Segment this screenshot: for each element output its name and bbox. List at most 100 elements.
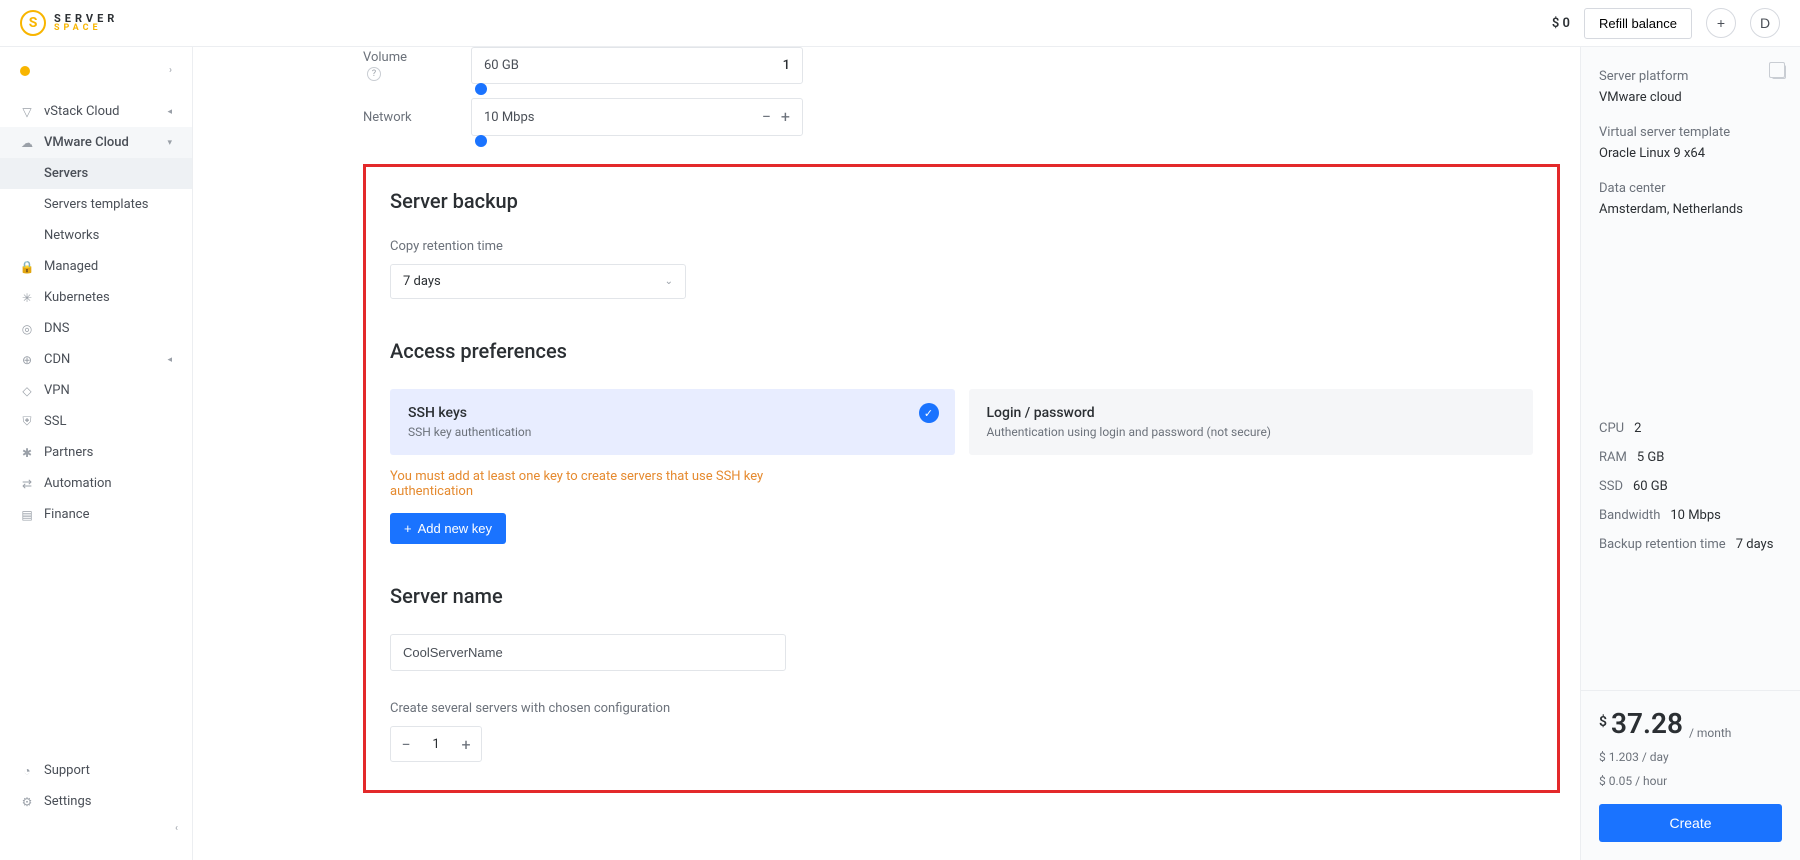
sidebar-item-label: VMware Cloud [44, 135, 129, 150]
network-increase-button[interactable]: + [781, 109, 790, 125]
sidebar-item-partners[interactable]: ✱ Partners [0, 437, 192, 468]
spec-bandwidth-label: Bandwidth [1599, 508, 1660, 523]
sidebar-item-vstack-cloud[interactable]: ▽ vStack Cloud ◂ [0, 96, 192, 127]
sidebar-item-support[interactable]: ◔ Support [0, 755, 192, 786]
server-count-value: 1 [421, 727, 451, 761]
price-currency: $ [1599, 714, 1607, 730]
price-period: / month [1689, 726, 1731, 740]
add-new-key-label: Add new key [418, 521, 492, 536]
sidebar-item-settings[interactable]: ⚙ Settings [0, 786, 192, 817]
sidebar-item-label: Settings [44, 794, 91, 809]
server-count-increase-button[interactable]: + [451, 727, 481, 761]
slider-thumb-icon[interactable] [475, 135, 487, 147]
gear-icon: ⚙ [20, 795, 34, 809]
copy-icon[interactable] [1772, 65, 1786, 79]
chevron-down-icon: ⌄ [665, 276, 673, 287]
access-ssh-sub: SSH key authentication [408, 425, 937, 439]
summary-template-value: Oracle Linux 9 x64 [1599, 146, 1782, 161]
help-icon[interactable]: ? [367, 67, 381, 81]
spec-ssd: SSD 60 GB [1599, 479, 1782, 494]
sidebar-item-label: VPN [44, 383, 70, 398]
project-color-icon [20, 66, 30, 76]
volume-label: Volume ? [363, 50, 423, 81]
server-backup-title: Server backup [390, 189, 1533, 213]
access-options: SSH keys SSH key authentication ✓ Login … [390, 389, 1533, 455]
server-count-note: Create several servers with chosen confi… [390, 701, 1533, 716]
summary-dc-label: Data center [1599, 181, 1782, 196]
price-amount: 37.28 [1611, 707, 1683, 740]
network-stepper: − + [762, 109, 790, 125]
main-content: Volume ? 60 GB 1 Network 10 Mbps [193, 47, 1800, 860]
network-slider-row: Network 10 Mbps − + [363, 98, 1560, 136]
chevron-left-icon: ◂ [167, 107, 172, 117]
lock-icon: 🔒 [20, 260, 34, 274]
retention-dropdown[interactable]: 7 days ⌄ [390, 264, 686, 299]
slider-thumb-icon[interactable] [475, 83, 487, 95]
spec-ram-value: 5 GB [1637, 450, 1665, 465]
sidebar-item-finance[interactable]: ▤ Finance [0, 499, 192, 530]
access-option-ssh-keys[interactable]: SSH keys SSH key authentication ✓ [390, 389, 955, 455]
project-selector[interactable]: › [0, 47, 192, 86]
server-name-input[interactable] [390, 634, 786, 671]
kubernetes-icon: ✳ [20, 291, 34, 305]
sidebar-item-vmware-cloud[interactable]: ☁ VMware Cloud ▾ [0, 127, 192, 158]
sidebar-sub-servers[interactable]: Servers [0, 158, 192, 189]
highlighted-region: Server backup Copy retention time 7 days… [363, 164, 1560, 793]
support-icon: ◔ [20, 764, 34, 778]
check-icon: ✓ [919, 403, 939, 423]
sidebar-sub-servers-templates[interactable]: Servers templates [0, 189, 192, 220]
volume-value: 60 GB [484, 58, 519, 73]
volume-slider-row: Volume ? 60 GB 1 [363, 47, 1560, 84]
network-decrease-button[interactable]: − [762, 109, 771, 125]
server-count-decrease-button[interactable]: − [391, 727, 421, 761]
create-button[interactable]: Create [1599, 804, 1782, 842]
sidebar-item-cdn[interactable]: ⊕ CDN ◂ [0, 344, 192, 375]
spec-backup-retention-value: 7 days [1736, 537, 1774, 552]
access-login-title: Login / password [987, 405, 1516, 421]
topbar-right: $ 0 Refill balance + D [1552, 8, 1780, 39]
logo-bot: SPACE [54, 24, 118, 33]
collapse-sidebar-button[interactable]: ‹ [175, 823, 178, 834]
logo[interactable]: SERVER SPACE [20, 10, 118, 36]
network-slider[interactable]: 10 Mbps − + [471, 98, 803, 136]
vpn-icon: ◇ [20, 384, 34, 398]
access-ssh-title: SSH keys [408, 405, 937, 421]
spec-ram-label: RAM [1599, 450, 1627, 465]
retention-label: Copy retention time [390, 239, 1533, 254]
sidebar-item-managed[interactable]: 🔒 Managed [0, 251, 192, 282]
sidebar-item-automation[interactable]: ⇄ Automation [0, 468, 192, 499]
sidebar-item-kubernetes[interactable]: ✳ Kubernetes [0, 282, 192, 313]
summary-platform-value: VMware cloud [1599, 90, 1782, 105]
spec-ssd-value: 60 GB [1633, 479, 1668, 494]
access-option-login-password[interactable]: Login / password Authentication using lo… [969, 389, 1534, 455]
sidebar-item-label: SSL [44, 414, 66, 429]
spec-cpu-label: CPU [1599, 421, 1624, 436]
account-avatar-button[interactable]: D [1750, 8, 1780, 38]
ssh-warning-text: You must add at least one key to create … [390, 469, 810, 499]
topbar: SERVER SPACE $ 0 Refill balance + D [0, 0, 1800, 47]
sidebar-item-label: Finance [44, 507, 89, 522]
sidebar-item-vpn[interactable]: ◇ VPN [0, 375, 192, 406]
sidebar-item-label: CDN [44, 352, 70, 367]
price-monthly: $ 37.28 / month [1599, 707, 1782, 740]
automation-icon: ⇄ [20, 477, 34, 491]
cdn-icon: ⊕ [20, 353, 34, 367]
refill-balance-button[interactable]: Refill balance [1584, 8, 1692, 39]
sidebar-sub-networks[interactable]: Networks [0, 220, 192, 251]
sidebar-item-dns[interactable]: ◎ DNS [0, 313, 192, 344]
plus-icon: + [404, 521, 412, 536]
sidebar-item-label: Support [44, 763, 90, 778]
add-new-key-button[interactable]: + Add new key [390, 513, 506, 544]
spec-backup-retention-label: Backup retention time [1599, 537, 1726, 552]
chevron-left-icon: ◂ [167, 355, 172, 365]
add-button[interactable]: + [1706, 8, 1736, 38]
sidebar-item-label: Automation [44, 476, 112, 491]
balance-amount: $ 0 [1552, 16, 1570, 31]
partners-icon: ✱ [20, 446, 34, 460]
logo-mark-icon [20, 10, 46, 36]
sidebar-item-ssl[interactable]: ⛨ SSL [0, 406, 192, 437]
cloud-icon: ☁ [20, 136, 34, 150]
volume-slider[interactable]: 60 GB 1 [471, 47, 803, 84]
sidebar-item-label: Managed [44, 259, 98, 274]
chevron-right-icon: › [169, 65, 172, 76]
